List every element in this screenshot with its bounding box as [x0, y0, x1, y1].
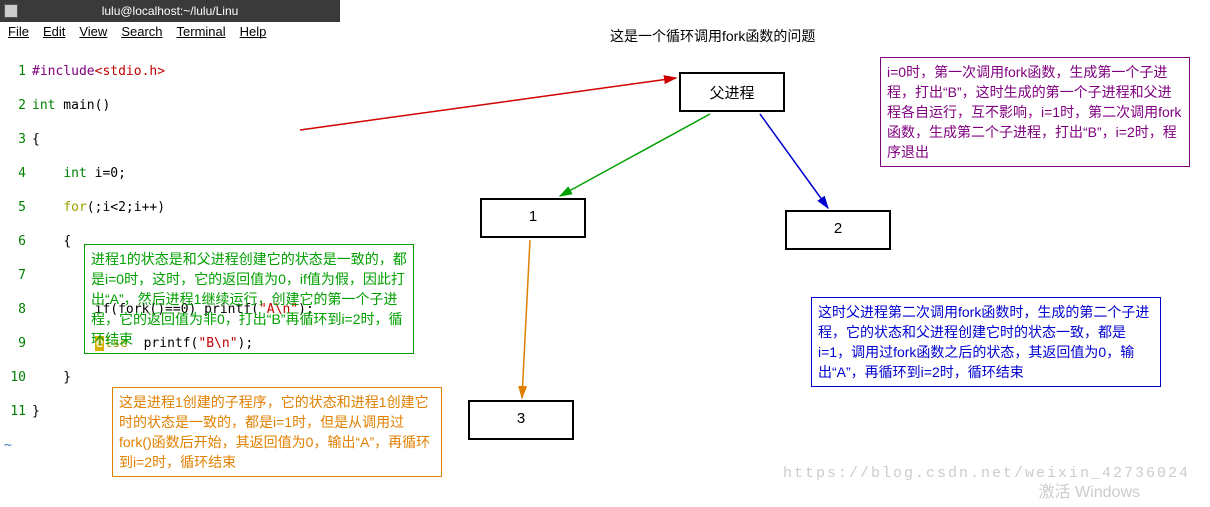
code-token: for [63, 200, 86, 215]
arrow-code-to-parent [300, 78, 676, 130]
menu-edit[interactable]: Edit [43, 24, 65, 42]
node-1: 1 [480, 198, 586, 238]
code-token: { [63, 234, 71, 249]
code-token: int [63, 166, 86, 181]
code-token: { [32, 132, 40, 147]
arrow-parent-to-2 [760, 114, 828, 208]
arrow-parent-to-1 [560, 114, 710, 196]
node-parent: 父进程 [679, 72, 785, 112]
menu-file[interactable]: File [8, 24, 29, 42]
code-token: i=0; [87, 166, 126, 181]
code-token: int [32, 98, 55, 113]
diagram-title: 这是一个循环调用fork函数的问题 [610, 26, 815, 46]
explain-blue: 这时父进程第二次调用fork函数时，生成的第二个子进程，它的状态和父进程创建它时… [811, 297, 1161, 387]
explain-orange: 这是进程1创建的子程序，它的状态和进程1创建它时的状态是一致的，都是i=1时，但… [112, 387, 442, 477]
code-token: <stdio.h> [95, 64, 165, 79]
code-token: } [32, 404, 40, 419]
menu-help[interactable]: Help [240, 24, 267, 42]
watermark-windows: 激活 Windows [1039, 478, 1140, 502]
code-token: (;i<2;i++) [87, 200, 165, 215]
code-token: } [32, 370, 71, 385]
menu-view[interactable]: View [79, 24, 107, 42]
window-close-icon[interactable] [4, 4, 18, 18]
menubar: File Edit View Search Terminal Help [2, 22, 342, 44]
arrow-1-to-3 [522, 240, 530, 398]
node-3: 3 [468, 400, 574, 440]
code-token: #include [32, 64, 95, 79]
node-2: 2 [785, 210, 891, 250]
explain-green: 进程1的状态是和父进程创建它的状态是一致的，都是i=0时，这时，它的返回值为0，… [84, 244, 414, 354]
code-token: main() [55, 98, 110, 113]
menu-search[interactable]: Search [121, 24, 162, 42]
window-title: lulu@localhost:~/lulu/Linu [102, 4, 239, 18]
window-titlebar: lulu@localhost:~/lulu/Linu [0, 0, 340, 22]
explain-purple: i=0时，第一次调用fork函数，生成第一个子进程，打出“B”，这时生成的第一个… [880, 57, 1190, 167]
menu-terminal[interactable]: Terminal [177, 24, 226, 42]
